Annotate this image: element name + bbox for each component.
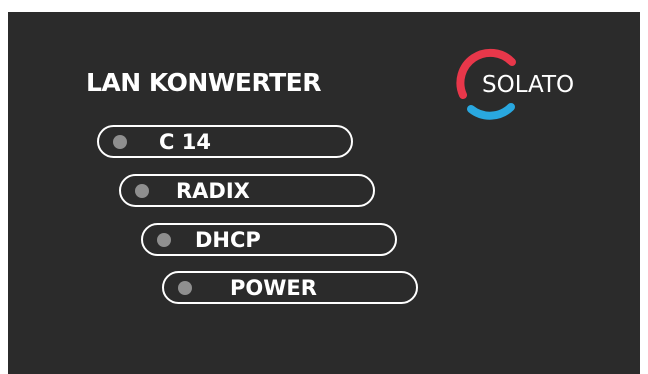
logo-text: SOLATO [482, 72, 575, 98]
indicator-radix: RADIX [119, 174, 375, 207]
indicator-label: RADIX [176, 179, 250, 203]
indicator-dhcp: DHCP [141, 223, 397, 256]
indicator-label: DHCP [195, 228, 261, 252]
solato-logo: SOLATO [452, 48, 592, 122]
indicator-c14: C 14 [97, 125, 353, 158]
status-led [157, 233, 171, 247]
status-led [178, 281, 192, 295]
status-led [135, 184, 149, 198]
indicator-label: C 14 [159, 130, 211, 154]
status-led [113, 135, 127, 149]
converter-screen: LAN KONWERTER SOLATO C 14 RADIX DHCP POW… [8, 12, 640, 374]
indicator-power: POWER [162, 271, 418, 304]
indicator-label: POWER [230, 276, 317, 300]
page-title: LAN KONWERTER [86, 68, 322, 97]
